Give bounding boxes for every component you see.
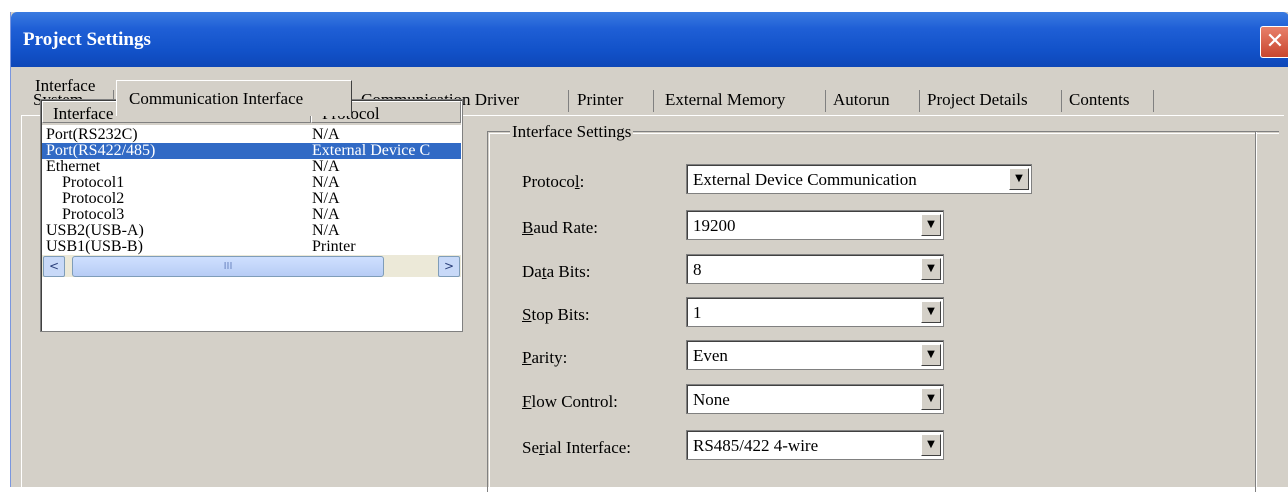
title-bar[interactable]: Project Settings ✕ — [11, 12, 1288, 67]
list-item[interactable]: USB1(USB-B) Printer — [42, 239, 461, 255]
protocol-label: Protocol: — [522, 172, 585, 191]
baud-rate-select[interactable]: 19200 ▼ — [686, 210, 944, 240]
group-border-highlight — [1256, 132, 1257, 492]
list-item[interactable]: USB2(USB-A) N/A — [42, 223, 461, 239]
horizontal-scrollbar[interactable]: < III > — [42, 255, 461, 277]
tab-project-details[interactable]: Project Details — [927, 90, 1062, 112]
row-interface: Port(RS422/485) — [46, 143, 156, 159]
row-interface: Protocol2 — [62, 191, 125, 207]
row-protocol: N/A — [312, 175, 340, 191]
stop-bits-value: 1 — [693, 303, 702, 322]
chevron-down-icon[interactable]: ▼ — [921, 301, 941, 323]
list-item[interactable]: Ethernet N/A — [42, 159, 461, 175]
stop-bits-label: Stop Bits: — [522, 305, 590, 324]
scroll-right-button[interactable]: > — [438, 256, 460, 277]
tab-external-memory[interactable]: External Memory — [665, 90, 826, 112]
row-protocol: External Device C — [312, 143, 431, 159]
scroll-thumb[interactable]: III — [72, 256, 384, 277]
list-item[interactable]: Port(RS232C) N/A — [42, 127, 461, 143]
flow-control-label: Flow Control: — [522, 392, 618, 411]
parity-label: Parity: — [522, 348, 568, 367]
row-protocol: N/A — [312, 207, 340, 223]
chevron-down-icon[interactable]: ▼ — [921, 434, 941, 456]
scroll-left-button[interactable]: < — [43, 256, 65, 277]
parity-select[interactable]: Even ▼ — [686, 340, 944, 370]
row-protocol: N/A — [312, 127, 340, 143]
flow-control-value: None — [693, 390, 730, 409]
window-title: Project Settings — [23, 29, 151, 50]
row-interface: USB1(USB-B) — [46, 239, 143, 255]
serial-interface-select[interactable]: RS485/422 4-wire ▼ — [686, 430, 944, 460]
row-interface: USB2(USB-A) — [46, 223, 144, 239]
interface-label: Interface — [35, 76, 96, 95]
list-item[interactable]: Protocol1 N/A — [42, 175, 461, 191]
stop-bits-select[interactable]: 1 ▼ — [686, 297, 944, 327]
flow-control-select[interactable]: None ▼ — [686, 384, 944, 414]
tab-communication-interface[interactable]: Communication Interface — [116, 80, 352, 116]
row-interface: Protocol3 — [62, 207, 125, 223]
protocol-value: External Device Communication — [693, 170, 917, 189]
close-icon[interactable]: ✕ — [1260, 26, 1288, 58]
data-bits-value: 8 — [693, 260, 702, 279]
group-title: Interface Settings — [510, 122, 634, 142]
data-bits-select[interactable]: 8 ▼ — [686, 254, 944, 284]
chevron-down-icon[interactable]: ▼ — [921, 344, 941, 366]
row-interface: Protocol1 — [62, 175, 125, 191]
chevron-down-icon[interactable]: ▼ — [921, 388, 941, 410]
chevron-down-icon[interactable]: ▼ — [921, 214, 941, 236]
chevron-down-icon[interactable]: ▼ — [921, 258, 941, 280]
parity-value: Even — [693, 346, 728, 365]
row-protocol: N/A — [312, 159, 340, 175]
chevron-down-icon[interactable]: ▼ — [1009, 168, 1029, 190]
tab-printer[interactable]: Printer — [577, 90, 654, 112]
row-interface: Ethernet — [46, 159, 101, 175]
serial-interface-value: RS485/422 4-wire — [693, 436, 819, 455]
row-protocol: Printer — [312, 239, 356, 255]
interface-list[interactable]: Interface Protocol Port(RS232C) N/A Port… — [40, 99, 463, 332]
tab-contents[interactable]: Contents — [1069, 90, 1154, 112]
tab-strip: System Communication Interface Communica… — [11, 67, 1288, 116]
row-protocol: N/A — [312, 191, 340, 207]
row-protocol: N/A — [312, 223, 340, 239]
data-bits-label: Data Bits: — [522, 262, 591, 281]
tab-autorun[interactable]: Autorun — [833, 90, 920, 112]
baud-rate-label: Baud Rate: — [522, 218, 599, 237]
row-interface: Port(RS232C) — [46, 127, 138, 143]
protocol-select[interactable]: External Device Communication ▼ — [686, 164, 1032, 194]
list-item-selected[interactable]: Port(RS422/485) External Device C — [42, 143, 461, 159]
list-item[interactable]: Protocol2 N/A — [42, 191, 461, 207]
baud-rate-value: 19200 — [693, 216, 736, 235]
list-item[interactable]: Protocol3 N/A — [42, 207, 461, 223]
serial-interface-label: Serial Interface: — [522, 438, 632, 457]
